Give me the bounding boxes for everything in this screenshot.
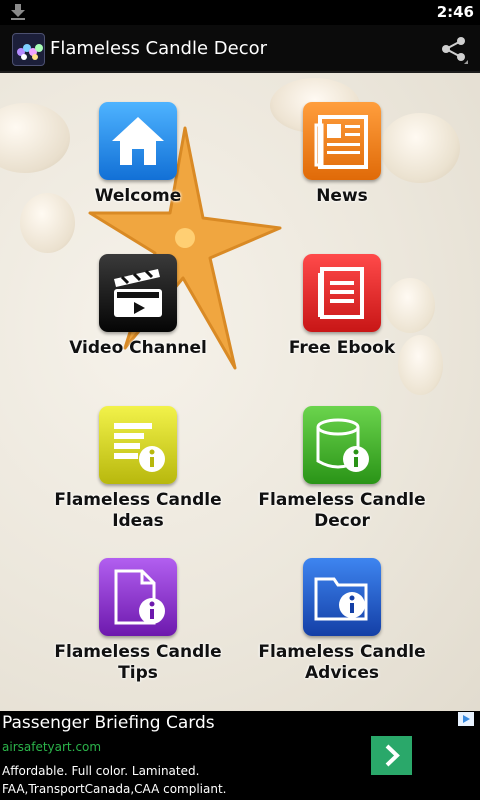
adchoices-icon[interactable] (458, 712, 474, 726)
ad-banner[interactable]: Passenger Briefing Cards airsafetyart.co… (0, 711, 480, 800)
ad-description: Affordable. Full color. Laminated. (2, 764, 200, 778)
news-icon-box[interactable] (303, 102, 381, 180)
tile-label: Flameless Candle Tips (54, 642, 222, 683)
video-icon-box[interactable] (99, 254, 177, 332)
welcome-icon-box[interactable] (99, 102, 177, 180)
home-grid: Welcome News Video Channel Free Ebook Fl… (0, 73, 480, 711)
tile-advices[interactable]: Flameless Candle Advices (242, 558, 442, 684)
ad-title[interactable]: Passenger Briefing Cards (2, 713, 215, 733)
download-icon (11, 4, 25, 20)
decor-icon-box[interactable] (303, 406, 381, 484)
list-info-icon (114, 423, 165, 472)
tile-label: Flameless Candle Decor (258, 490, 426, 531)
tile-label: Free Ebook (288, 338, 396, 358)
folder-info-icon (314, 577, 368, 621)
action-bar: Flameless Candle Decor (0, 25, 480, 73)
tile-news[interactable]: News (242, 102, 442, 207)
tile-tips[interactable]: Flameless Candle Tips (38, 558, 238, 684)
ad-description: FAA,TransportCanada,CAA compliant. (2, 782, 227, 796)
tile-video-channel[interactable]: Video Channel (38, 254, 238, 359)
share-icon[interactable] (440, 36, 468, 64)
tile-label: Welcome (94, 186, 182, 206)
tips-icon-box[interactable] (99, 558, 177, 636)
tile-ideas[interactable]: Flameless Candle Ideas (38, 406, 238, 532)
tile-label: Flameless Candle Ideas (54, 490, 222, 531)
ebook-icon-box[interactable] (303, 254, 381, 332)
tile-decor[interactable]: Flameless Candle Decor (242, 406, 442, 532)
clapperboard-icon (114, 269, 162, 317)
tile-welcome[interactable]: Welcome (38, 102, 238, 207)
database-info-icon (316, 418, 369, 472)
advices-icon-box[interactable] (303, 558, 381, 636)
tile-label: Flameless Candle Advices (258, 642, 426, 683)
ad-url[interactable]: airsafetyart.com (2, 740, 101, 754)
ideas-icon-box[interactable] (99, 406, 177, 484)
status-bar: 2:46 (0, 0, 480, 25)
chevron-right-icon (385, 744, 400, 767)
status-time: 2:46 (436, 3, 474, 21)
newspaper-icon (314, 115, 368, 169)
app-title: Flameless Candle Decor (50, 38, 268, 59)
tile-label: News (316, 186, 368, 206)
document-info-icon (114, 569, 165, 625)
tile-label: Video Channel (69, 338, 207, 358)
ad-go-button[interactable] (371, 736, 412, 775)
tile-free-ebook[interactable]: Free Ebook (242, 254, 442, 359)
ebook-icon (318, 267, 364, 319)
app-logo-icon[interactable] (12, 33, 45, 66)
home-icon (112, 117, 164, 165)
